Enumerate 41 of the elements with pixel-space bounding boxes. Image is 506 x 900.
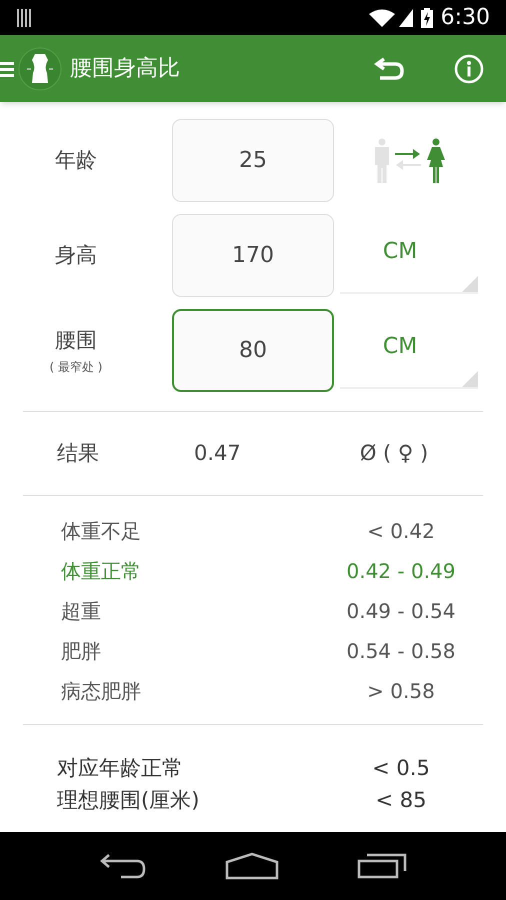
- back-icon[interactable]: [99, 853, 147, 879]
- field-label: 腰围: [55, 326, 97, 354]
- category-label: 超重: [60, 598, 102, 625]
- input-field[interactable]: 25: [172, 119, 334, 202]
- summary-label: 对应年龄正常: [56, 755, 184, 782]
- dropdown-corner-icon: [462, 371, 478, 387]
- battery-icon: [420, 8, 433, 28]
- summary-value: < 0.5: [371, 755, 431, 782]
- undo-icon[interactable]: [374, 56, 404, 80]
- category-label: 病态肥胖: [60, 678, 142, 705]
- result-label: 结果: [56, 440, 100, 467]
- category-range: 0.49 - 0.54: [346, 598, 456, 625]
- category-range: 0.54 - 0.58: [346, 638, 456, 665]
- dress-form-icon: [18, 46, 62, 90]
- clock-time: 6:30: [440, 4, 490, 32]
- recent-apps-icon[interactable]: [357, 853, 407, 879]
- category-range: > 0.58: [366, 678, 436, 705]
- home-icon[interactable]: [225, 852, 279, 880]
- category-label: 体重正常: [60, 558, 142, 585]
- summary-label: 理想腰围(厘米): [56, 787, 200, 814]
- menu-icon[interactable]: [0, 60, 14, 76]
- category-label: 体重不足: [60, 518, 142, 545]
- category-range: 0.42 - 0.49: [346, 558, 456, 585]
- unit-dropdown[interactable]: CM: [340, 306, 478, 389]
- info-icon[interactable]: [454, 54, 484, 84]
- unit-dropdown[interactable]: CM: [340, 211, 478, 294]
- signal-icon: [398, 8, 413, 26]
- notification-icon: [16, 8, 32, 26]
- dropdown-corner-icon: [462, 276, 478, 292]
- summary-value: < 85: [374, 787, 428, 814]
- input-field[interactable]: 170: [172, 214, 334, 297]
- result-value: 0.47: [194, 440, 242, 467]
- wifi-icon: [368, 8, 395, 26]
- category-range: < 0.42: [366, 518, 436, 545]
- app-title: 腰围身高比: [70, 55, 180, 83]
- field-label: 身高: [55, 242, 97, 269]
- field-hint: ( 最窄处 ): [50, 359, 102, 376]
- field-label: 年龄: [55, 146, 97, 174]
- result-gender: Ø ( ♀ ): [358, 440, 430, 467]
- input-field[interactable]: 80: [172, 309, 334, 392]
- category-label: 肥胖: [60, 638, 102, 665]
